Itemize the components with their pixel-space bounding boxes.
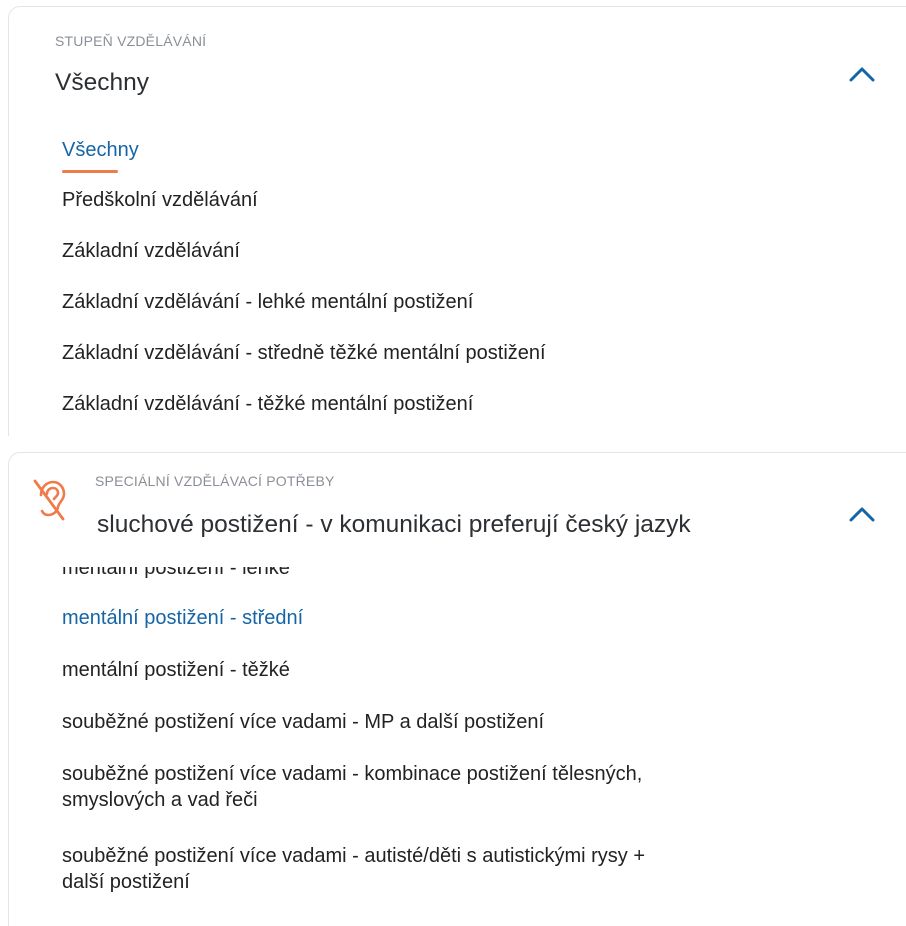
selected-underline [62, 170, 118, 173]
education-level-dropdown: STUPEŇ VZDĚLÁVÁNÍ Všechny Všechny Předšk… [8, 6, 906, 436]
chevron-up-icon[interactable] [845, 497, 879, 531]
option-predskolni[interactable]: Předškolní vzdělávání [62, 187, 258, 213]
education-level-value[interactable]: Všechny [55, 69, 149, 97]
special-needs-value[interactable]: sluchové postižení - v komunikaci prefer… [97, 511, 691, 539]
education-level-label: STUPEŇ VZDĚLÁVÁNÍ [55, 33, 207, 49]
option-zakladni[interactable]: Základní vzdělávání [62, 238, 240, 264]
option-mentalni-stredni[interactable]: mentální postižení - střední [62, 605, 303, 631]
special-needs-label: SPECIÁLNÍ VZDĚLÁVACÍ POTŘEBY [95, 473, 335, 489]
option-zakladni-stredne-tezke[interactable]: Základní vzdělávání - středně těžké ment… [62, 340, 546, 366]
option-soubezne-kombinace-line2: smyslových a vad řeči [62, 789, 258, 811]
chevron-up-icon[interactable] [845, 57, 879, 91]
option-vsechny[interactable]: Všechny [62, 137, 139, 163]
option-soubezne-kombinace-line1: souběžné postižení více vadami - kombina… [62, 763, 643, 785]
hearing-disabled-icon [33, 479, 66, 521]
option-soubezne-autiste-line2: další postižení [62, 871, 190, 893]
option-zakladni-lehke[interactable]: Základní vzdělávání - lehké mentální pos… [62, 289, 473, 315]
option-mentalni-tezke[interactable]: mentální postižení - těžké [62, 657, 290, 683]
option-soubezne-autiste-line1: souběžné postižení více vadami - autisté… [62, 845, 646, 867]
special-needs-dropdown: SPECIÁLNÍ VZDĚLÁVACÍ POTŘEBY sluchové po… [8, 452, 906, 926]
option-mentalni-lehke[interactable]: mentální postižení - lehké [62, 567, 290, 581]
option-soubezne-mp[interactable]: souběžné postižení více vadami - MP a da… [62, 709, 544, 735]
option-zakladni-tezke[interactable]: Základní vzdělávání - těžké mentální pos… [62, 391, 473, 417]
